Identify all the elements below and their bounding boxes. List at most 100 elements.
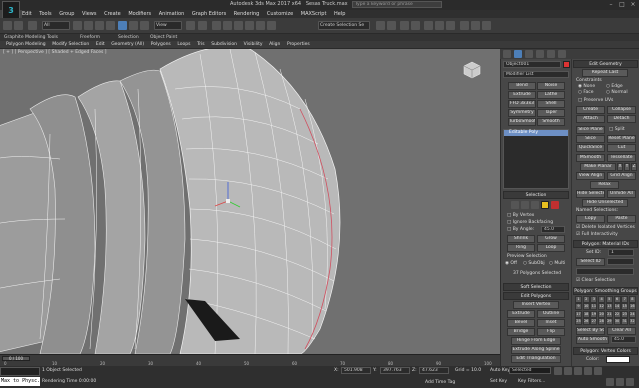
selection-filter-dropdown[interactable]: All [42, 21, 70, 30]
previous-frame-icon[interactable] [564, 367, 572, 375]
create-button[interactable]: Create [576, 106, 605, 114]
set-id-spinner[interactable]: 1 [608, 249, 634, 256]
view-align-button[interactable]: View Align [576, 172, 605, 180]
select-object-icon[interactable] [73, 21, 82, 30]
split-checkbox[interactable]: □ Split [609, 127, 625, 132]
make-planar-button[interactable]: Make Planar [580, 163, 616, 171]
play-icon[interactable] [574, 367, 582, 375]
smoothing-group-button[interactable]: 11 [590, 303, 598, 311]
quickslice-button[interactable]: QuickSlice [576, 144, 605, 152]
ribbon-align[interactable]: Align [269, 41, 280, 49]
preview-multi-radio[interactable]: ○ Multi [549, 261, 565, 266]
collapse-button[interactable]: Collapse [607, 106, 636, 114]
constraint-face-radio[interactable]: ○ Face [578, 90, 594, 95]
curve-editor-icon[interactable] [424, 21, 433, 30]
maximize-viewport-icon[interactable] [626, 378, 634, 386]
smoothing-group-button[interactable]: 24 [628, 310, 636, 318]
smoothing-group-button[interactable]: 17 [575, 310, 582, 318]
layer-explorer-icon[interactable] [400, 21, 409, 30]
perspective-viewport[interactable]: [ + ] [ Perspective ] [ Shaded + Edged F… [0, 49, 500, 354]
cut-button[interactable]: Cut [607, 144, 636, 152]
clear-selection-checkbox[interactable]: ☑ Clear Selection [576, 278, 615, 283]
shell-button[interactable]: Shell [537, 100, 565, 108]
next-frame-icon[interactable] [584, 367, 592, 375]
object-name-field[interactable]: Object001 [503, 61, 561, 68]
modify-tab-icon[interactable] [514, 50, 522, 58]
set-key-button[interactable]: Set Key [490, 379, 507, 384]
extrude-along-spline-button[interactable]: Extrude Along Spline [511, 346, 561, 354]
element-level-icon[interactable] [551, 201, 559, 209]
hide-unselected-button[interactable]: Hide Unselected [582, 199, 628, 207]
tab-graphite-modeling[interactable]: Graphite Modeling Tools [4, 34, 58, 41]
smoothing-group-button[interactable]: 16 [628, 303, 636, 311]
modifier-stack[interactable]: Editable Poly [503, 129, 569, 189]
angle-spinner[interactable]: 45.0 [541, 226, 565, 233]
copy-button[interactable]: Copy [576, 215, 605, 223]
smoothing-group-button[interactable]: 22 [613, 310, 621, 318]
menu-animation[interactable]: Animation [159, 10, 185, 18]
maximize-icon[interactable]: □ [617, 1, 627, 9]
ignore-backfacing-checkbox[interactable]: □ Ignore Backfacing [507, 220, 553, 225]
named-selection-dropdown[interactable]: Create Selection Se [318, 21, 370, 30]
edit-triangulation-button[interactable]: Edit Triangulation [511, 355, 561, 363]
viewport-mesh[interactable] [0, 49, 500, 354]
smoothing-group-button[interactable]: 10 [582, 303, 590, 311]
go-to-end-icon[interactable] [594, 367, 602, 375]
snaps-toggle-icon[interactable] [223, 21, 232, 30]
vertex-color-swatch[interactable] [606, 356, 630, 363]
flip-button[interactable]: Flip [537, 328, 565, 336]
percent-snap-icon[interactable] [245, 21, 254, 30]
hierarchy-tab-icon[interactable] [525, 50, 533, 58]
turbosmooth-button[interactable]: TurboSmooth [508, 118, 536, 126]
shrink-button[interactable]: Shrink [507, 235, 535, 243]
smoothing-group-button[interactable]: 14 [613, 303, 621, 311]
smoothing-group-button[interactable]: 28 [598, 317, 606, 325]
select-id-button[interactable]: Select ID [576, 258, 605, 266]
smoothing-group-button[interactable]: 4 [598, 296, 606, 303]
loop-button[interactable]: Loop [537, 244, 565, 252]
menu-maxscript[interactable]: MAXScript [301, 10, 327, 18]
select-id-spinner[interactable] [607, 258, 634, 265]
inset-button[interactable]: Inset [537, 319, 565, 327]
menu-edit[interactable]: Edit [22, 10, 32, 18]
smoothing-group-button[interactable]: 18 [582, 310, 590, 318]
relax-button[interactable]: Relax [590, 181, 619, 189]
search-input[interactable]: Type a keyword or phrase [352, 1, 442, 8]
keyboard-shortcut-icon[interactable] [212, 21, 221, 30]
paste-button[interactable]: Paste [607, 215, 636, 223]
edit-geometry-rollout-header[interactable]: Edit Geometry [573, 60, 638, 68]
msmooth-button[interactable]: MSmooth [576, 154, 605, 162]
select-move-icon[interactable] [118, 21, 127, 30]
manipulate-icon[interactable] [198, 21, 207, 30]
bend-button[interactable]: Bend [508, 82, 536, 90]
ribbon-edit[interactable]: Edit [96, 41, 105, 49]
smoothing-group-button[interactable]: 25 [575, 317, 582, 325]
constraint-normal-radio[interactable]: ○ Normal [606, 90, 628, 95]
by-angle-checkbox[interactable]: □ By Angle: [507, 227, 534, 232]
constraint-none-radio[interactable]: ◉ None [578, 84, 595, 89]
smoothing-group-button[interactable]: 13 [605, 303, 613, 311]
auto-smooth-spinner[interactable]: 45.0 [611, 336, 636, 343]
smoothing-group-button[interactable]: 7 [621, 296, 629, 303]
mirror-icon[interactable] [376, 21, 385, 30]
rect-selection-icon[interactable] [95, 21, 104, 30]
smoothing-group-button[interactable]: 21 [605, 310, 613, 318]
smoothing-group-button[interactable]: 27 [590, 317, 598, 325]
smoothing-group-button[interactable]: 15 [621, 303, 629, 311]
utilities-tab-icon[interactable] [558, 50, 566, 58]
smoothing-group-button[interactable]: 6 [613, 296, 621, 303]
menu-rendering[interactable]: Rendering [234, 10, 260, 18]
rendered-frame-icon[interactable] [471, 21, 480, 30]
attach-button[interactable]: Attach [576, 115, 605, 123]
material-name-dropdown[interactable] [576, 268, 634, 275]
clear-all-button[interactable]: Clear All [607, 327, 636, 335]
tab-selection[interactable]: Selection [118, 34, 139, 41]
smoothing-group-button[interactable]: 12 [598, 303, 606, 311]
auto-key-button[interactable]: Auto Key [490, 368, 510, 373]
noise-button[interactable]: Noise [537, 82, 565, 90]
smoothing-group-button[interactable]: 5 [605, 296, 613, 303]
symmetry-button[interactable]: Symmetry [508, 109, 536, 117]
modifier-list-dropdown[interactable]: Modifier List [503, 71, 569, 78]
ribbon-properties[interactable]: Properties [287, 41, 310, 49]
tessellate-button[interactable]: Tessellate [607, 154, 636, 162]
